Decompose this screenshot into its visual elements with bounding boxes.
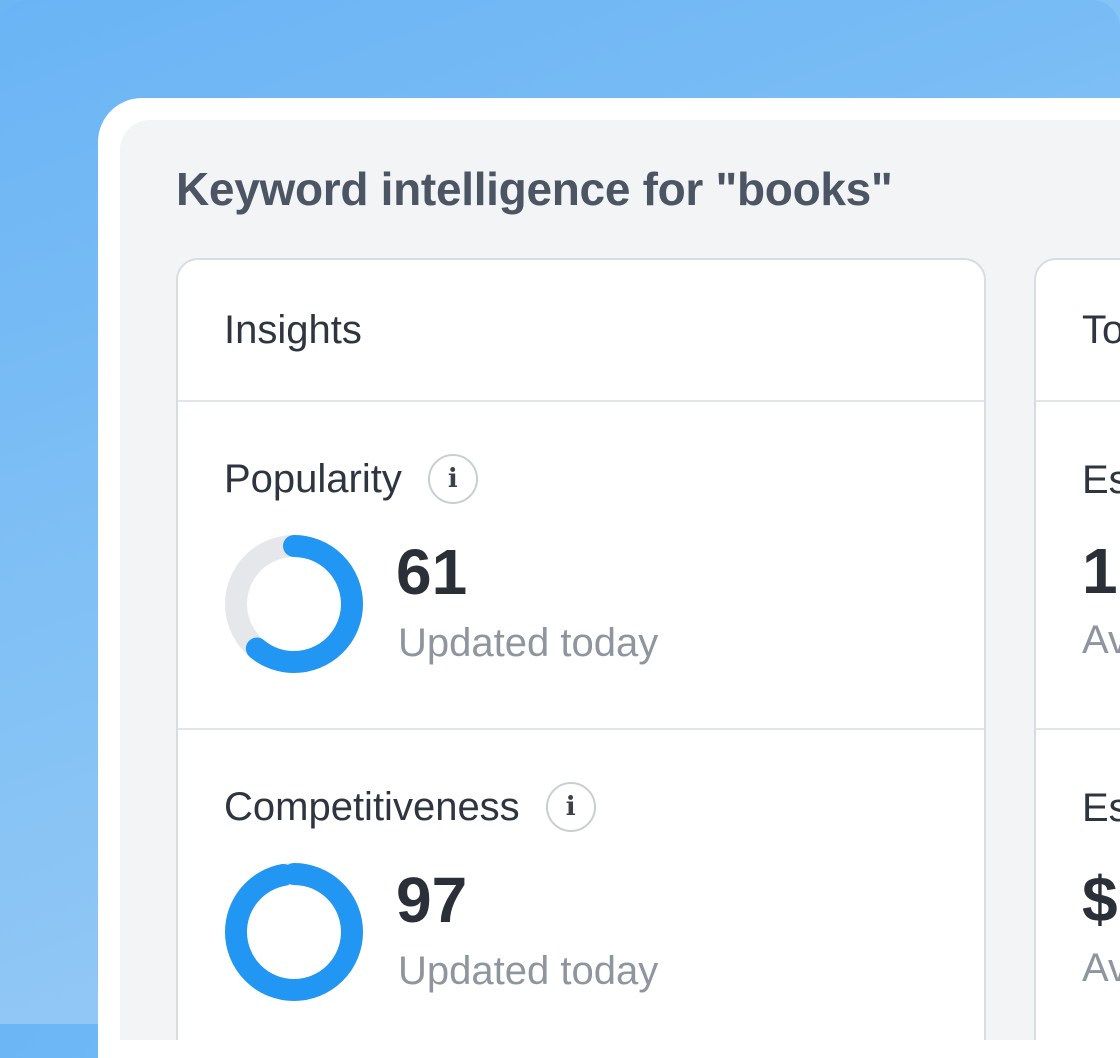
metric-value: 61 (396, 536, 468, 608)
metric-updated-text: Updated today (398, 621, 659, 665)
metric-value: 97 (396, 864, 468, 936)
metric-label: Es (1082, 458, 1120, 502)
secondary-card: To Es 1 Av Es $ Av (1034, 258, 1120, 1040)
secondary-card-header: To (1036, 260, 1120, 402)
info-icon[interactable]: i (545, 782, 596, 832)
insights-card: Insights Popularity i 61 Updated today C… (176, 258, 986, 1040)
insights-header: Insights (178, 260, 984, 402)
keyword-panel: Keyword intelligence for "books" Insight… (120, 120, 1120, 1040)
page-title: Keyword intelligence for "books" (176, 163, 893, 215)
donut-value-arc (225, 863, 363, 1001)
metric-competitiveness: Competitiveness i 97 Updated today (178, 730, 984, 1040)
metric-updated-text: Updated today (398, 949, 659, 993)
metric-value: 1 (1082, 535, 1118, 607)
metric-label: Competitiveness (224, 784, 520, 829)
metric-subtext: Av (1082, 618, 1120, 662)
metric-label: Es (1082, 786, 1120, 830)
secondary-metric: Es $ Av (1036, 730, 1120, 1040)
metric-label: Popularity (224, 456, 402, 501)
info-icon[interactable]: i (427, 454, 478, 504)
popularity-donut-chart (225, 535, 363, 673)
metric-value: $ (1082, 863, 1118, 935)
competitiveness-donut-chart (225, 863, 363, 1001)
metric-subtext: Av (1082, 946, 1120, 990)
metric-popularity: Popularity i 61 Updated today (178, 402, 984, 730)
secondary-metric: Es 1 Av (1036, 402, 1120, 730)
